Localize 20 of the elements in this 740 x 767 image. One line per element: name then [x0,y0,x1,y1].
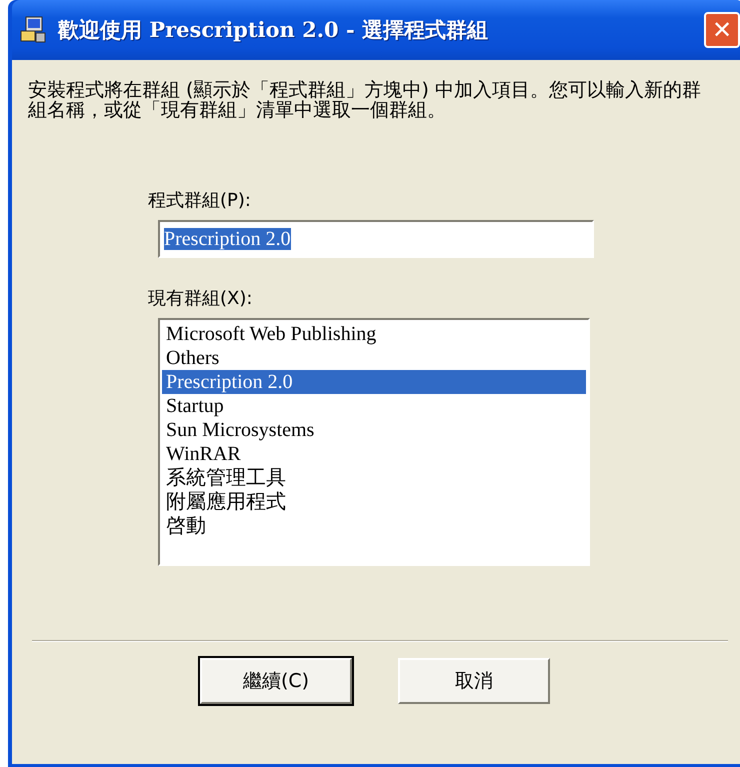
field-value: Prescription 2.0 [164,228,291,250]
field-label: 程式群組(P): [148,189,252,212]
list-item[interactable]: 附屬應用程式 [162,490,586,514]
setup-program-icon [18,15,48,45]
list-item[interactable]: Microsoft Web Publishing [162,322,586,346]
list-item[interactable]: 啓動 [162,514,586,538]
instruction-text: 安裝程式將在群組 (顯示於「程式群組」方塊中) 中加入項目。您可以輸入新的群組名稱，或從「現有群組」清單中選取一個群組。 [28,80,702,120]
program-group-field[interactable]: Prescription 2.0 [158,220,594,258]
list-item[interactable]: Startup [162,394,586,418]
group-list[interactable]: Microsoft Web Publishing Others Prescription 2.0 Startup Sun Microsystems WinRAR 系統管理工具 附屬應用程式 啓動 [158,318,590,566]
field-label: 現有群組(X): [148,287,254,310]
window-title: 歡迎使用 Prescription 2.0 - 選擇程式群組 [58,16,489,44]
cancel-button[interactable]: 取消 [398,658,550,704]
list-item[interactable]: Sun Microsystems [162,418,586,442]
list-item[interactable]: Others [162,346,586,370]
list-item[interactable]: WinRAR [162,442,586,466]
list-item[interactable]: 系統管理工具 [162,466,586,490]
close-button[interactable]: ✕ [704,12,740,48]
list-item[interactable]: Prescription 2.0 [162,370,586,394]
continue-button[interactable]: 繼續(C) [200,658,352,704]
